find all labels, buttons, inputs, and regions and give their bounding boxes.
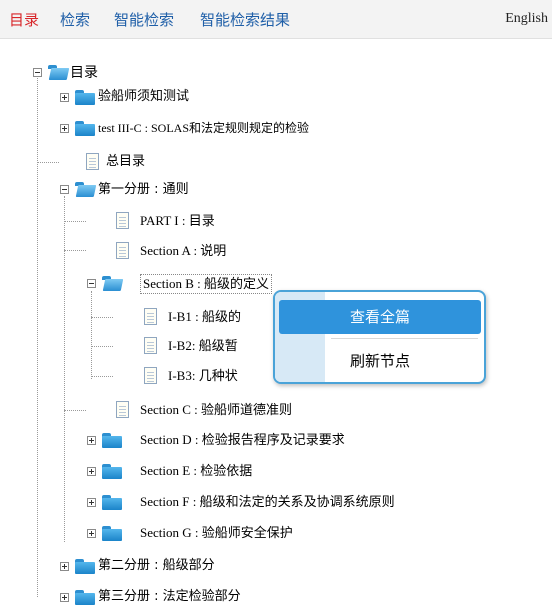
tree-node-label: 总目录 — [106, 154, 146, 169]
folder-icon — [75, 121, 95, 136]
tree-node-label: 第一分册 : 通则 — [98, 182, 189, 197]
folder-icon — [102, 495, 122, 510]
expand-toggle[interactable] — [87, 498, 96, 507]
document-icon — [86, 153, 99, 170]
tree-node[interactable]: test III-C : SOLAS和法定规则规定的检验 — [0, 117, 480, 139]
tree-node-root[interactable]: 目录 — [0, 62, 200, 84]
expand-toggle[interactable] — [87, 436, 96, 445]
tree-node[interactable]: Section C : 验船师道德准则 — [0, 399, 350, 421]
tree-node-label: I-B1 : 船级的 — [168, 309, 241, 324]
collapse-toggle[interactable] — [87, 279, 96, 288]
tree-node-label: Section F : 船级和法定的关系及协调系统原则 — [140, 494, 395, 509]
tree-node-label: PART I : 目录 — [140, 213, 215, 228]
tree-node-label: Section G : 验船师安全保护 — [140, 525, 293, 540]
tree-node[interactable]: I-B2: 船级暂 — [0, 335, 280, 357]
tree-node[interactable]: 总目录 — [0, 151, 200, 173]
tree-node[interactable]: 第三分册 : 法定检验部分 — [0, 586, 300, 608]
tree-node[interactable]: PART I : 目录 — [0, 210, 250, 232]
tree-node-label: Section E : 检验依据 — [140, 463, 253, 478]
document-icon — [144, 367, 157, 384]
expand-toggle[interactable] — [60, 593, 69, 602]
tree-node[interactable]: Section G : 验船师安全保护 — [0, 522, 400, 544]
tree-node[interactable]: Section E : 检验依据 — [0, 460, 300, 482]
tree-node-label: Section B : 船级的定义 — [140, 274, 273, 294]
collapse-toggle[interactable] — [60, 185, 69, 194]
folder-open-icon — [48, 65, 70, 80]
tree-node-label: Section A : 说明 — [140, 243, 227, 258]
expand-toggle[interactable] — [87, 467, 96, 476]
expand-toggle[interactable] — [60, 93, 69, 102]
tree-node-label: Section C : 验船师道德准则 — [140, 402, 293, 417]
document-icon — [116, 212, 129, 229]
tree-node-label: 第三分册 : 法定检验部分 — [98, 589, 241, 604]
tree-node[interactable]: 第二分册 : 船级部分 — [0, 555, 300, 577]
tree-node-label: 第二分册 : 船级部分 — [98, 558, 215, 573]
folder-open-icon — [102, 276, 124, 291]
expand-toggle[interactable] — [60, 562, 69, 571]
tree-node[interactable]: Section A : 说明 — [0, 240, 250, 262]
tree-node-label: I-B2: 船级暂 — [168, 338, 238, 353]
refresh-node-menu-item[interactable]: 刷新节点 — [279, 344, 481, 378]
tree-node-label: 目录 — [70, 65, 98, 81]
document-icon — [116, 401, 129, 418]
tree-node[interactable]: Section F : 船级和法定的关系及协调系统原则 — [0, 491, 552, 513]
folder-icon — [102, 464, 122, 479]
document-icon — [144, 308, 157, 325]
tree-node-label: 验船师须知测试 — [98, 89, 190, 104]
tree-node[interactable]: I-B1 : 船级的 — [0, 306, 280, 328]
document-icon — [144, 337, 157, 354]
menu-separator — [331, 338, 478, 339]
folder-open-icon — [75, 182, 97, 197]
tree-node-label: I-B3: 几种状 — [168, 368, 238, 383]
collapse-toggle[interactable] — [33, 68, 42, 77]
folder-icon — [75, 590, 95, 605]
folder-icon — [75, 90, 95, 105]
tree-node-label: Section D : 检验报告程序及记录要求 — [140, 432, 345, 447]
folder-icon — [102, 433, 122, 448]
tree-node[interactable]: 第一分册 : 通则 — [0, 179, 250, 201]
expand-toggle[interactable] — [87, 529, 96, 538]
expand-toggle[interactable] — [60, 124, 69, 133]
tree-node[interactable]: I-B3: 几种状 — [0, 365, 280, 387]
view-full-text-menu-item[interactable]: 查看全篇 — [279, 300, 481, 334]
tree-node[interactable]: Section D : 检验报告程序及记录要求 — [0, 429, 400, 451]
folder-icon — [75, 559, 95, 574]
folder-icon — [102, 526, 122, 541]
context-menu: 查看全篇 刷新节点 — [273, 290, 486, 384]
tree-node[interactable]: 验船师须知测试 — [0, 86, 300, 108]
tree-node-label: test III-C : SOLAS和法定规则规定的检验 — [98, 121, 309, 135]
document-icon — [116, 242, 129, 259]
